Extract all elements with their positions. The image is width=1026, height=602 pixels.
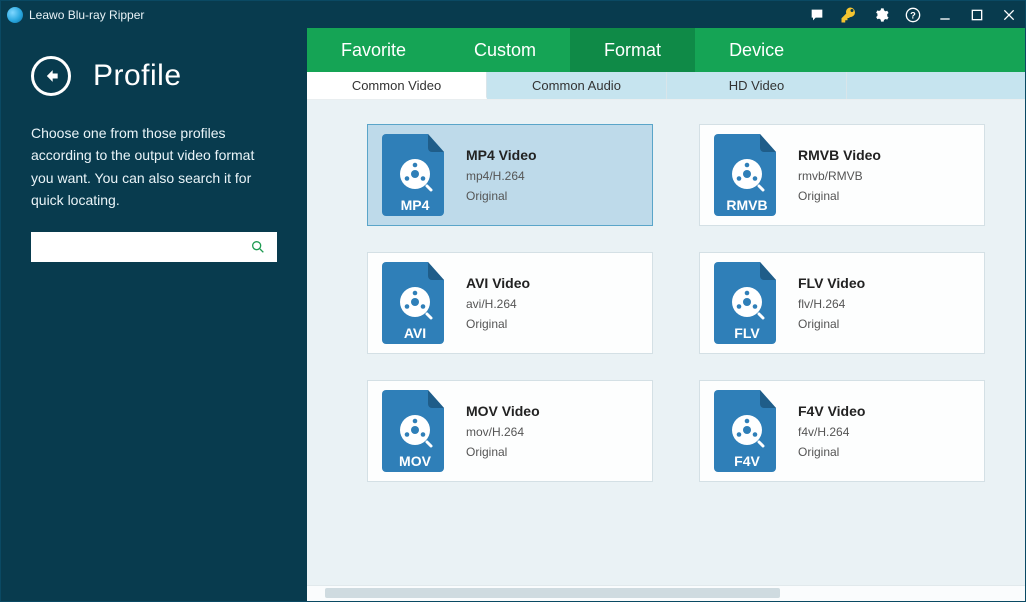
profile-codec: f4v/H.264 [798,425,865,439]
profile-title: MP4 Video [466,147,537,163]
profile-card[interactable]: AVI AVI Video avi/H.264 Original [367,252,653,354]
subtab-common-audio[interactable]: Common Audio [487,72,667,99]
profile-card[interactable]: FLV FLV Video flv/H.264 Original [699,252,985,354]
profile-title: AVI Video [466,275,530,291]
profile-codec: rmvb/RMVB [798,169,881,183]
profile-card[interactable]: MOV MOV Video mov/H.264 Original [367,380,653,482]
minimize-button[interactable] [929,1,961,28]
video-file-icon: MP4 [382,134,448,216]
tab-device[interactable]: Device [695,28,818,72]
profile-codec: mov/H.264 [466,425,540,439]
search-input[interactable] [39,234,247,260]
profile-codec: flv/H.264 [798,297,865,311]
help-icon[interactable]: ? [897,1,929,28]
subtab-common-video[interactable]: Common Video [307,72,487,99]
svg-text:MP4: MP4 [401,197,430,213]
video-file-icon: RMVB [714,134,780,216]
tab-favorite[interactable]: Favorite [307,28,440,72]
sidebar: Profile Choose one from those profiles a… [1,28,307,601]
svg-text:MOV: MOV [399,453,432,469]
profile-card[interactable]: F4V F4V Video f4v/H.264 Original [699,380,985,482]
close-button[interactable] [993,1,1025,28]
video-file-icon: AVI [382,262,448,344]
video-file-icon: MOV [382,390,448,472]
svg-text:F4V: F4V [734,453,760,469]
profile-quality: Original [466,189,537,203]
profile-codec: avi/H.264 [466,297,530,311]
subtab-filler [847,72,1025,99]
message-icon[interactable] [801,1,833,28]
profile-title: F4V Video [798,403,865,419]
key-icon[interactable] [833,1,865,28]
tab-format[interactable]: Format [570,28,695,72]
video-file-icon: F4V [714,390,780,472]
tab-custom[interactable]: Custom [440,28,570,72]
titlebar: Leawo Blu-ray Ripper ? [1,1,1025,28]
search-icon[interactable] [247,239,269,255]
search-box[interactable] [31,232,277,262]
scrollbar-thumb[interactable] [325,588,780,598]
gear-icon[interactable] [865,1,897,28]
sub-tabs: Common Video Common Audio HD Video [307,72,1025,100]
profile-card[interactable]: RMVB RMVB Video rmvb/RMVB Original [699,124,985,226]
profile-quality: Original [798,445,865,459]
svg-text:FLV: FLV [734,325,760,341]
page-title: Profile [93,59,182,93]
svg-text:AVI: AVI [404,325,426,341]
profile-info: MP4 Video mp4/H.264 Original [466,147,537,203]
video-file-icon: FLV [714,262,780,344]
profile-info: MOV Video mov/H.264 Original [466,403,540,459]
profile-grid: MP4 MP4 Video mp4/H.264 Original RMVB RMVB… [307,100,1025,585]
profile-title: FLV Video [798,275,865,291]
app-logo-icon [7,7,23,23]
subtab-hd-video[interactable]: HD Video [667,72,847,99]
main-panel: Favorite Custom Format Device Common Vid… [307,28,1025,601]
app-title: Leawo Blu-ray Ripper [29,8,144,22]
profile-title: MOV Video [466,403,540,419]
horizontal-scrollbar[interactable] [307,585,1025,601]
profile-quality: Original [466,445,540,459]
category-tabs: Favorite Custom Format Device [307,28,1025,72]
profile-codec: mp4/H.264 [466,169,537,183]
profile-info: RMVB Video rmvb/RMVB Original [798,147,881,203]
profile-info: AVI Video avi/H.264 Original [466,275,530,331]
profile-info: FLV Video flv/H.264 Original [798,275,865,331]
profile-card[interactable]: MP4 MP4 Video mp4/H.264 Original [367,124,653,226]
profile-quality: Original [466,317,530,331]
profile-info: F4V Video f4v/H.264 Original [798,403,865,459]
back-button[interactable] [31,56,71,96]
profile-quality: Original [798,189,881,203]
svg-text:RMVB: RMVB [726,197,767,213]
profile-title: RMVB Video [798,147,881,163]
help-text: Choose one from those profiles according… [31,122,277,212]
maximize-button[interactable] [961,1,993,28]
profile-quality: Original [798,317,865,331]
svg-text:?: ? [910,10,916,20]
